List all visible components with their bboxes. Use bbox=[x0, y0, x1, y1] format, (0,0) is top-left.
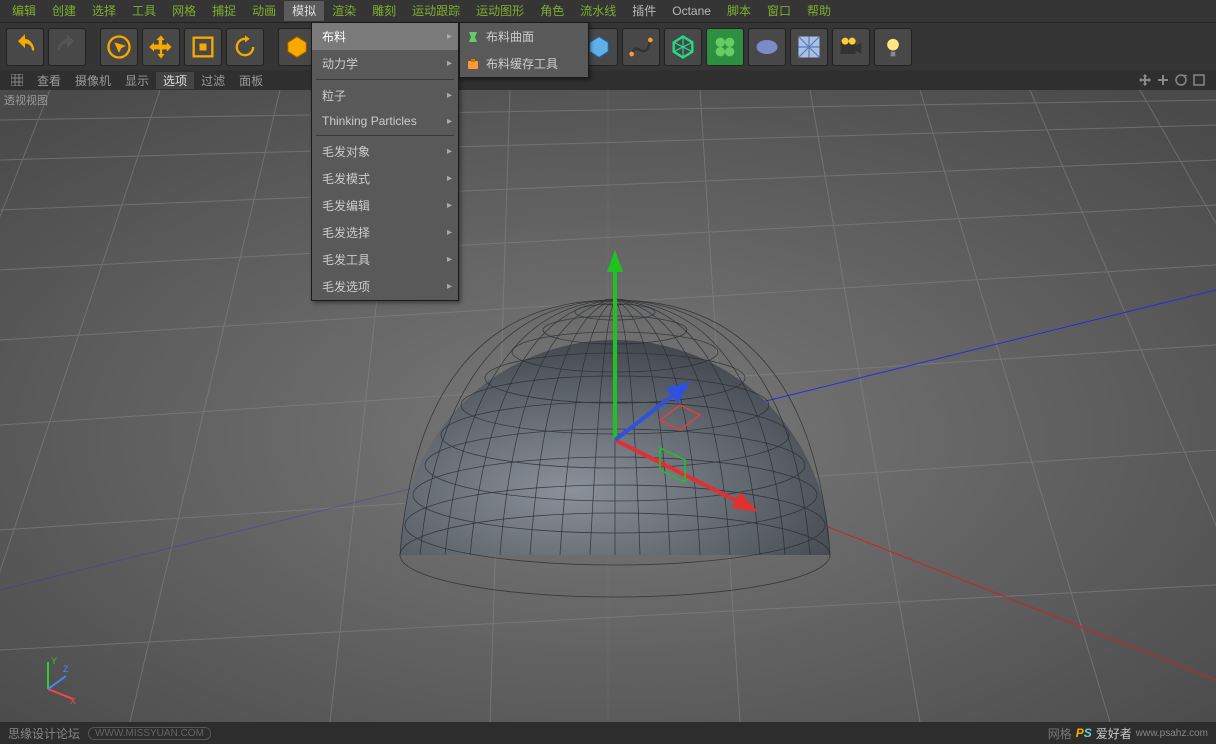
rotate-view-icon[interactable] bbox=[1174, 73, 1188, 87]
scale-tool[interactable] bbox=[184, 28, 222, 66]
cloth-submenu: 布料曲面 布料缓存工具 bbox=[459, 22, 589, 78]
navigation-gizmo[interactable]: Y X Z bbox=[28, 654, 78, 704]
viewport-3d[interactable] bbox=[0, 90, 1216, 722]
dd-hair-objects[interactable]: 毛发对象 bbox=[312, 138, 458, 165]
viewport-options[interactable]: 选项 bbox=[156, 72, 194, 89]
viewport-grid-toggle[interactable] bbox=[4, 74, 30, 86]
add-environment-button[interactable] bbox=[790, 28, 828, 66]
dd-hair-options[interactable]: 毛发选项 bbox=[312, 273, 458, 300]
redo-button[interactable] bbox=[48, 28, 86, 66]
footer-grid-label: 网格 bbox=[1048, 725, 1072, 742]
viewport-canvas bbox=[0, 90, 1216, 722]
ps-logo: PS bbox=[1076, 726, 1092, 740]
add-light-button[interactable] bbox=[874, 28, 912, 66]
footer-site-label: 爱好者 bbox=[1096, 725, 1132, 742]
menu-edit[interactable]: 编辑 bbox=[4, 1, 44, 21]
cloth-cache-icon bbox=[466, 57, 480, 71]
viewport-view[interactable]: 查看 bbox=[30, 72, 68, 89]
dd-hair-tools[interactable]: 毛发工具 bbox=[312, 246, 458, 273]
dd-separator bbox=[316, 79, 454, 80]
add-generator-button[interactable] bbox=[664, 28, 702, 66]
viewport-filter[interactable]: 过滤 bbox=[194, 72, 232, 89]
sm-cloth-surface[interactable]: 布料曲面 bbox=[460, 23, 588, 50]
svg-text:Z: Z bbox=[63, 664, 69, 674]
viewport-panel[interactable]: 面板 bbox=[232, 72, 270, 89]
footer-forum-label: 思缘设计论坛 bbox=[8, 725, 80, 742]
dd-particles[interactable]: 粒子 bbox=[312, 82, 458, 109]
footer-bar: 思缘设计论坛 WWW.MISSYUAN.COM 网格 PS 爱好者 www.ps… bbox=[0, 722, 1216, 744]
add-mograph-button[interactable] bbox=[706, 28, 744, 66]
menu-character[interactable]: 角色 bbox=[532, 1, 572, 21]
menu-window[interactable]: 窗口 bbox=[759, 1, 799, 21]
menu-octane[interactable]: Octane bbox=[664, 1, 719, 21]
viewport-cameras[interactable]: 摄像机 bbox=[68, 72, 118, 89]
menu-render[interactable]: 渲染 bbox=[324, 1, 364, 21]
menu-sculpt[interactable]: 雕刻 bbox=[364, 1, 404, 21]
main-toolbar bbox=[0, 22, 1216, 70]
dd-dynamics[interactable]: 动力学 bbox=[312, 50, 458, 77]
simulate-dropdown: 布料 动力学 粒子 Thinking Particles 毛发对象 毛发模式 毛… bbox=[311, 22, 459, 301]
select-tool[interactable] bbox=[100, 28, 138, 66]
menu-tracker[interactable]: 运动跟踪 bbox=[404, 1, 468, 21]
menu-help[interactable]: 帮助 bbox=[799, 1, 839, 21]
viewport-title: 透视视图 bbox=[4, 92, 48, 108]
menu-mograph[interactable]: 运动图形 bbox=[468, 1, 532, 21]
dd-thinking-particles[interactable]: Thinking Particles bbox=[312, 109, 458, 133]
dd-hair-edit[interactable]: 毛发编辑 bbox=[312, 192, 458, 219]
cloth-surface-icon bbox=[466, 30, 480, 44]
viewport-menu-bar: 查看 摄像机 显示 选项 过滤 面板 bbox=[0, 70, 1216, 90]
menu-plugins[interactable]: 插件 bbox=[624, 1, 664, 21]
menu-create[interactable]: 创建 bbox=[44, 1, 84, 21]
menu-pipeline[interactable]: 流水线 bbox=[572, 1, 624, 21]
menu-bar: 编辑 创建 选择 工具 网格 捕捉 动画 模拟 渲染 雕刻 运动跟踪 运动图形 … bbox=[0, 0, 1216, 22]
svg-text:X: X bbox=[70, 696, 76, 704]
move-tool[interactable] bbox=[142, 28, 180, 66]
dd-separator bbox=[316, 135, 454, 136]
menu-snap[interactable]: 捕捉 bbox=[204, 1, 244, 21]
menu-select[interactable]: 选择 bbox=[84, 1, 124, 21]
menu-tools[interactable]: 工具 bbox=[124, 1, 164, 21]
footer-site-url: www.psahz.com bbox=[1136, 728, 1208, 739]
add-camera-button[interactable] bbox=[832, 28, 870, 66]
sm-cloth-cache[interactable]: 布料缓存工具 bbox=[460, 50, 588, 77]
undo-button[interactable] bbox=[6, 28, 44, 66]
menu-simulate[interactable]: 模拟 bbox=[284, 1, 324, 21]
dd-hair-select[interactable]: 毛发选择 bbox=[312, 219, 458, 246]
dd-cloth[interactable]: 布料 bbox=[312, 23, 458, 50]
menu-script[interactable]: 脚本 bbox=[719, 1, 759, 21]
move-view-icon[interactable] bbox=[1138, 73, 1152, 87]
add-spline-button[interactable] bbox=[622, 28, 660, 66]
add-deformer-button[interactable] bbox=[748, 28, 786, 66]
viewport-corner-controls bbox=[1138, 73, 1212, 87]
maximize-view-icon[interactable] bbox=[1192, 73, 1206, 87]
menu-mesh[interactable]: 网格 bbox=[164, 1, 204, 21]
rotate-tool[interactable] bbox=[226, 28, 264, 66]
menu-animate[interactable]: 动画 bbox=[244, 1, 284, 21]
viewport-display[interactable]: 显示 bbox=[118, 72, 156, 89]
svg-text:Y: Y bbox=[51, 656, 57, 666]
dd-hair-mode[interactable]: 毛发模式 bbox=[312, 165, 458, 192]
zoom-view-icon[interactable] bbox=[1156, 73, 1170, 87]
footer-url: WWW.MISSYUAN.COM bbox=[88, 727, 211, 740]
